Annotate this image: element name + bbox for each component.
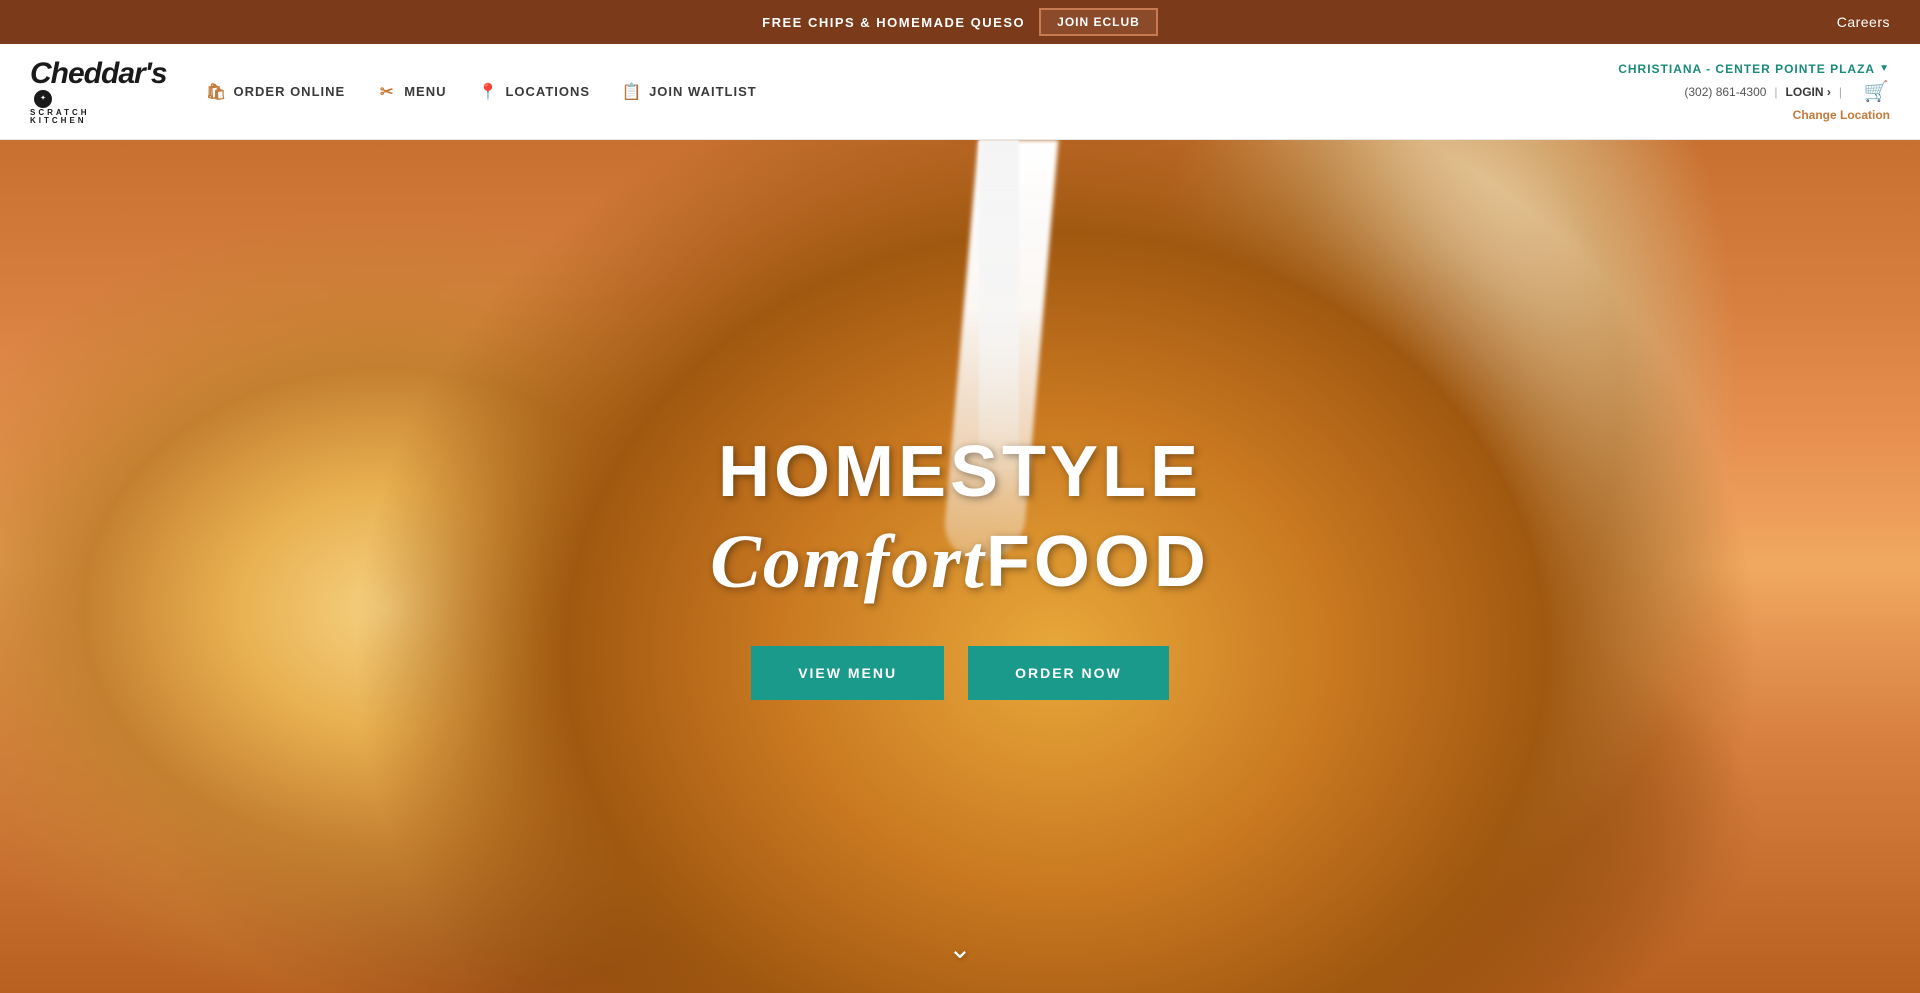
order-online-link[interactable]: 🛍 ORDER ONLINE [207, 82, 346, 102]
location-pin-icon: 📍 [478, 82, 498, 102]
hero-content: HOMESTYLE Comfort FOOD VIEW MENU ORDER N… [710, 433, 1210, 699]
hero-section: HOMESTYLE Comfort FOOD VIEW MENU ORDER N… [0, 140, 1920, 993]
location-row: (302) 861-4300 | LOGIN › | 🛒 [1684, 78, 1890, 106]
locations-link[interactable]: 📍 LOCATIONS [478, 82, 590, 102]
logo-badge-icon [34, 90, 52, 108]
change-location-link[interactable]: Change Location [1793, 108, 1890, 122]
join-waitlist-label: JOIN WAITLIST [649, 84, 757, 99]
nav-right: CHRISTIANA - CENTER POINTE PLAZA ▼ (302)… [1618, 62, 1890, 122]
join-waitlist-link[interactable]: 📋 JOIN WAITLIST [622, 82, 757, 102]
logo[interactable]: Cheddar's SCRATCH KITCHEN [30, 59, 167, 125]
promo-text: FREE CHIPS & HOMEMADE QUESO [762, 15, 1025, 30]
order-now-button[interactable]: ORDER NOW [968, 646, 1169, 700]
location-caret-icon: ▼ [1879, 63, 1890, 74]
hero-buttons: VIEW MENU ORDER NOW [710, 646, 1210, 700]
logo-name: Cheddar's [30, 59, 167, 89]
divider2: | [1839, 85, 1842, 99]
logo-separator [30, 90, 56, 108]
cart-icon[interactable]: 🛒 [1862, 78, 1890, 106]
menu-link[interactable]: ✂ MENU [377, 82, 446, 102]
hero-title-top: HOMESTYLE [710, 433, 1210, 512]
bag-icon: 🛍 [207, 82, 227, 102]
clipboard-icon: 📋 [622, 82, 642, 102]
hero-middle-row: Comfort FOOD [710, 519, 1210, 606]
careers-link[interactable]: Careers [1837, 14, 1890, 30]
menu-label: MENU [404, 84, 446, 99]
navbar: Cheddar's SCRATCH KITCHEN 🛍 ORDER ONLINE… [0, 44, 1920, 140]
utensils-icon: ✂ [377, 82, 397, 102]
locations-label: LOCATIONS [505, 84, 590, 99]
location-name[interactable]: CHRISTIANA - CENTER POINTE PLAZA ▼ [1618, 62, 1890, 76]
divider: | [1774, 85, 1777, 99]
location-phone: (302) 861-4300 [1684, 85, 1766, 99]
order-online-label: ORDER ONLINE [234, 84, 346, 99]
top-banner: FREE CHIPS & HOMEMADE QUESO JOIN ECLUB C… [0, 0, 1920, 44]
logo-kitchen: KITCHEN [30, 117, 87, 125]
scroll-down-indicator[interactable]: ⌄ [948, 932, 971, 965]
hero-food-text: FOOD [986, 521, 1210, 603]
login-link[interactable]: LOGIN › [1786, 85, 1831, 99]
eclub-button[interactable]: JOIN ECLUB [1039, 8, 1158, 36]
logo-area[interactable]: Cheddar's SCRATCH KITCHEN [30, 59, 167, 125]
hero-comfort-text: Comfort [710, 519, 986, 606]
hero-homestyle-text: HOMESTYLE [718, 433, 1202, 512]
view-menu-button[interactable]: VIEW MENU [751, 646, 944, 700]
